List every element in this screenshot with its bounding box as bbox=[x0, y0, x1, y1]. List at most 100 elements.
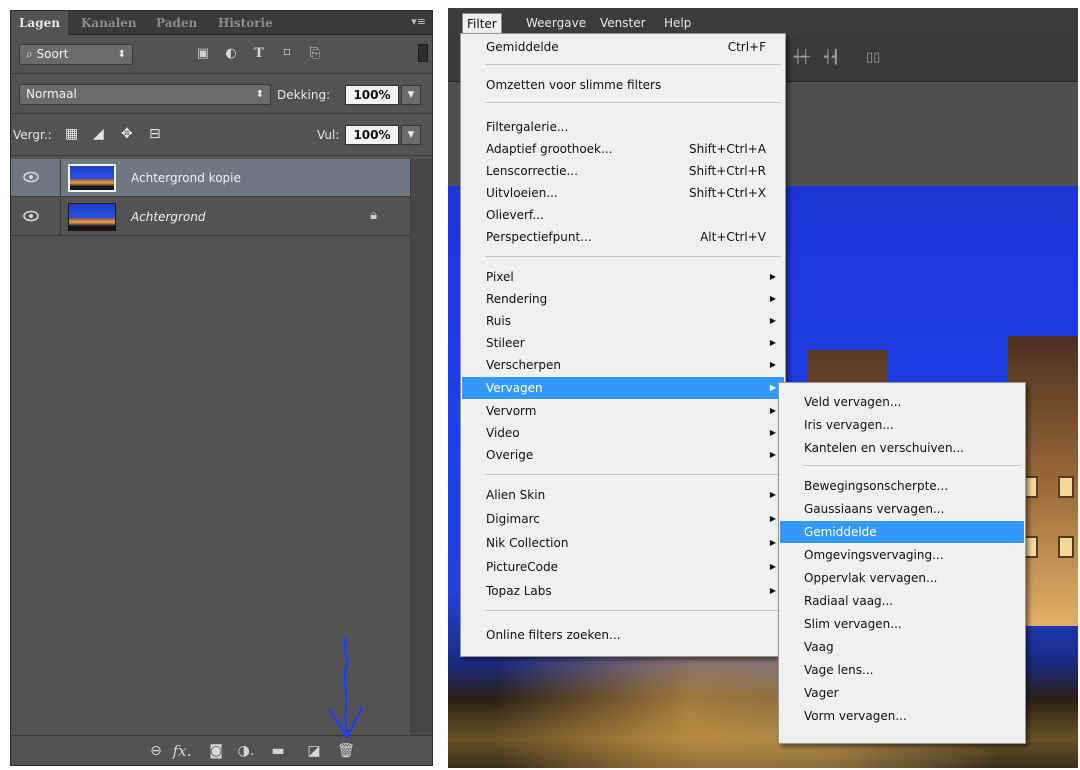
layer-row-achtergrond-kopie[interactable]: Achtergrond kopie bbox=[11, 159, 411, 197]
menu-item-slimme-filters[interactable]: Omzetten voor slimme filters bbox=[462, 74, 784, 96]
opacity-input[interactable]: 100% bbox=[345, 85, 399, 105]
layer-row-achtergrond[interactable]: Achtergrond 🔒︎ bbox=[11, 198, 411, 236]
menu-item-pixel[interactable]: Pixel ▶ bbox=[462, 266, 784, 288]
menu-item-label: Stileer bbox=[486, 336, 525, 350]
tab-lagen[interactable]: Lagen bbox=[11, 11, 68, 35]
menu-item-rendering[interactable]: Rendering ▶ bbox=[462, 288, 784, 310]
divider bbox=[11, 73, 432, 74]
eye-icon[interactable] bbox=[23, 171, 39, 183]
lock-image-brush-icon[interactable]: ◢ bbox=[93, 126, 104, 142]
align-right-icon[interactable]: ┥┫ bbox=[824, 50, 840, 65]
image-filter-icon[interactable]: ▣ bbox=[195, 47, 211, 61]
new-layer-icon[interactable]: ◪ bbox=[303, 741, 325, 761]
menu-item-label: Digimarc bbox=[486, 512, 540, 526]
menu-item-olieverf[interactable]: Olieverf... bbox=[462, 204, 784, 226]
menu-item-label: Radiaal vaag... bbox=[804, 594, 894, 608]
tab-paden[interactable]: Paden bbox=[148, 11, 205, 35]
menu-item-label: Vervagen bbox=[486, 381, 543, 395]
lock-position-move-icon[interactable]: ✥ bbox=[121, 126, 133, 142]
adjustment-icon[interactable]: ◑. bbox=[235, 741, 257, 761]
align-horizontal-icon[interactable]: ┽┽ bbox=[794, 50, 810, 65]
menu-separator bbox=[485, 64, 781, 65]
fx-icon[interactable]: fx. bbox=[171, 741, 193, 761]
menu-item-lenscorrectie[interactable]: Lenscorrectie... Shift+Ctrl+R bbox=[462, 160, 784, 182]
window-image bbox=[1058, 536, 1074, 558]
fill-input[interactable]: 100% bbox=[345, 125, 399, 145]
menu-item-alien-skin[interactable]: Alien Skin ▶ bbox=[462, 484, 784, 506]
menu-item-perspectiefpunt[interactable]: Perspectiefpunt... Alt+Ctrl+V bbox=[462, 226, 784, 248]
menu-item-vaag[interactable]: Vaag bbox=[780, 636, 1024, 658]
menu-item-vervorm[interactable]: Vervorm ▶ bbox=[462, 400, 784, 422]
menu-item-shortcut: Alt+Ctrl+V bbox=[700, 230, 766, 244]
search-icon: ⌕ bbox=[26, 47, 37, 61]
fill-dropdown-button[interactable]: ▼ bbox=[401, 125, 421, 145]
type-filter-icon[interactable]: T bbox=[251, 47, 267, 61]
menu-item-vage-lens[interactable]: Vage lens... bbox=[780, 659, 1024, 681]
opacity-dropdown-button[interactable]: ▼ bbox=[401, 85, 421, 105]
eye-icon[interactable] bbox=[23, 210, 39, 222]
menu-item-gaussiaans-vervagen[interactable]: Gaussiaans vervagen... bbox=[780, 498, 1024, 520]
menu-item-slim-vervagen[interactable]: Slim vervagen... bbox=[780, 613, 1024, 635]
lock-all-icon[interactable]: ⊟ bbox=[149, 126, 161, 142]
menu-item-vervagen[interactable]: Vervagen ▶ bbox=[462, 377, 784, 399]
menu-item-stileer[interactable]: Stileer ▶ bbox=[462, 332, 784, 354]
menu-separator bbox=[803, 465, 1021, 466]
menu-venster[interactable]: Venster bbox=[596, 15, 650, 31]
mask-icon[interactable]: ◙ bbox=[205, 741, 227, 761]
smartobject-filter-icon[interactable]: ⎘ bbox=[307, 47, 323, 61]
filter-toggle-switch[interactable] bbox=[418, 44, 428, 62]
submenu-arrow-icon: ▶ bbox=[769, 538, 776, 547]
distribute-icon[interactable]: ▯▯ bbox=[866, 50, 880, 65]
menu-item-radiaal-vaag[interactable]: Radiaal vaag... bbox=[780, 590, 1024, 612]
layer-scrollbar[interactable] bbox=[410, 159, 432, 737]
menu-help[interactable]: Help bbox=[660, 15, 695, 31]
menu-item-iris-vervagen[interactable]: Iris vervagen... bbox=[780, 414, 1024, 436]
menu-item-vorm-vervagen[interactable]: Vorm vervagen... bbox=[780, 705, 1024, 727]
folder-icon[interactable]: ▬ bbox=[267, 741, 289, 761]
menu-filter[interactable]: Filter bbox=[462, 13, 502, 33]
tab-kanalen[interactable]: Kanalen bbox=[73, 11, 145, 35]
filter-kind-select[interactable]: ⌕ Soort ⬍ bbox=[19, 44, 133, 65]
visibility-cell[interactable] bbox=[11, 159, 61, 197]
menu-item-overige[interactable]: Overige ▶ bbox=[462, 444, 784, 466]
menu-item-picturecode[interactable]: PictureCode ▶ bbox=[462, 556, 784, 578]
menu-item-ruis[interactable]: Ruis ▶ bbox=[462, 310, 784, 332]
tab-historie[interactable]: Historie bbox=[210, 11, 281, 35]
menu-item-gemiddelde[interactable]: Gemiddelde bbox=[780, 521, 1024, 543]
menu-item-digimarc[interactable]: Digimarc ▶ bbox=[462, 508, 784, 530]
lock-transparent-icon[interactable]: ▦ bbox=[65, 126, 78, 142]
adjustment-filter-icon[interactable]: ◐ bbox=[223, 47, 239, 61]
menu-item-label: Iris vervagen... bbox=[804, 418, 894, 432]
menu-item-filtergalerie[interactable]: Filtergalerie... bbox=[462, 116, 784, 138]
trash-icon[interactable]: 🗑︎ bbox=[335, 741, 357, 761]
blend-mode-select[interactable]: Normaal ⬍ bbox=[19, 84, 271, 105]
menu-item-oppervlak-vervagen[interactable]: Oppervlak vervagen... bbox=[780, 567, 1024, 589]
shape-filter-icon[interactable]: ⌑ bbox=[279, 47, 295, 61]
menu-item-shortcut: Shift+Ctrl+X bbox=[689, 186, 766, 200]
submenu-arrow-icon: ▶ bbox=[769, 586, 776, 595]
panel-menu-icon[interactable]: ▾≡ bbox=[406, 15, 426, 29]
layer-name[interactable]: Achtergrond bbox=[131, 209, 206, 225]
menu-item-verscherpen[interactable]: Verscherpen ▶ bbox=[462, 354, 784, 376]
menu-weergave[interactable]: Weergave bbox=[522, 15, 590, 31]
menu-item-gemiddelde-repeat[interactable]: Gemiddelde Ctrl+F bbox=[462, 36, 784, 58]
visibility-cell[interactable] bbox=[11, 198, 61, 236]
submenu-arrow-icon: ▶ bbox=[769, 294, 776, 303]
menu-item-vager[interactable]: Vager bbox=[780, 682, 1024, 704]
menu-item-bewegingsonscherpte[interactable]: Bewegingsonscherpte... bbox=[780, 475, 1024, 497]
menu-item-video[interactable]: Video ▶ bbox=[462, 422, 784, 444]
layer-name[interactable]: Achtergrond kopie bbox=[131, 170, 241, 186]
menu-item-nik-collection[interactable]: Nik Collection ▶ bbox=[462, 532, 784, 554]
menu-item-veld-vervagen[interactable]: Veld vervagen... bbox=[780, 391, 1024, 413]
menu-item-kantelen-verschuiven[interactable]: Kantelen en verschuiven... bbox=[780, 437, 1024, 459]
link-icon[interactable]: ⊖ bbox=[145, 741, 167, 761]
menu-item-adaptief-groothoek[interactable]: Adaptief groothoek... Shift+Ctrl+A bbox=[462, 138, 784, 160]
menu-item-online-filters[interactable]: Online filters zoeken... bbox=[462, 624, 784, 646]
menu-item-uitvloeien[interactable]: Uitvloeien... Shift+Ctrl+X bbox=[462, 182, 784, 204]
menu-item-label: Filtergalerie... bbox=[486, 120, 569, 134]
menu-item-label: Vorm vervagen... bbox=[804, 709, 907, 723]
menu-item-omgevingsvervaging[interactable]: Omgevingsvervaging... bbox=[780, 544, 1024, 566]
menu-item-topaz-labs[interactable]: Topaz Labs ▶ bbox=[462, 580, 784, 602]
menu-item-label: Vager bbox=[804, 686, 839, 700]
submenu-arrow-icon: ▶ bbox=[769, 272, 776, 281]
